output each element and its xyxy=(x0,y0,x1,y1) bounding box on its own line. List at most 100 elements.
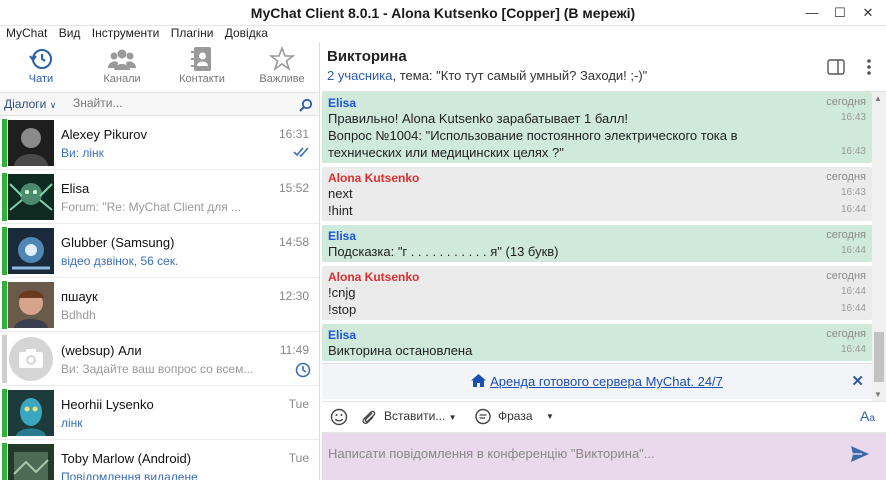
message-time: 15:52 xyxy=(278,181,309,195)
message-line: !hint 16:44 xyxy=(328,202,866,219)
composer-placeholder: Написати повідомлення в конференцію "Вик… xyxy=(328,446,655,461)
message-date: сегодня xyxy=(826,328,866,340)
message-line: Викторина остановлена 16:44 xyxy=(328,342,866,359)
last-message: Ви: Задайте ваш вопрос со всем... xyxy=(61,362,254,376)
message-author[interactable]: Elisa xyxy=(328,227,866,243)
message-author[interactable]: Alona Kutsenko xyxy=(328,169,866,185)
message-author[interactable]: Elisa xyxy=(328,94,866,110)
online-indicator xyxy=(2,119,7,167)
message-composer[interactable]: Написати повідомлення в конференцію "Вик… xyxy=(322,433,886,480)
scroll-up-arrow-icon[interactable]: ▲ xyxy=(874,94,882,103)
last-message: Повідомлення видалене xyxy=(61,470,198,480)
contact-name: Alexey Pikurov xyxy=(61,127,147,142)
message-scrollbar[interactable]: ▲ ▼ xyxy=(872,92,886,402)
message-line: Правильно! Alona Kutsenko зарабатывает 1… xyxy=(328,110,866,127)
message-time: 16:43 xyxy=(840,187,866,198)
dialog-item[interactable]: Toby Marlow (Android) Повідомлення видал… xyxy=(0,440,319,480)
message-group: Elisa сегодня Викторина остановлена 16:44 xyxy=(322,324,872,361)
message-date: сегодня xyxy=(826,96,866,108)
message-author[interactable]: Alona Kutsenko xyxy=(328,268,866,284)
insert-label: Вставити... xyxy=(384,409,446,423)
online-indicator xyxy=(2,443,7,480)
dialog-item[interactable]: пшаук Bdhdh 12:30 xyxy=(0,278,319,332)
avatar xyxy=(8,120,54,166)
search-input[interactable] xyxy=(73,96,293,110)
dialog-item[interactable]: (websup) Али Ви: Задайте ваш вопрос со в… xyxy=(0,332,319,386)
menu-mychat[interactable]: MyChat xyxy=(6,26,47,40)
online-indicator xyxy=(2,281,7,329)
tab-important[interactable]: Важливе xyxy=(243,42,321,90)
scroll-down-arrow-icon[interactable]: ▼ xyxy=(874,390,882,399)
message-date: сегодня xyxy=(826,229,866,241)
tab-contacts[interactable]: Контакти xyxy=(163,42,241,90)
tab-channels[interactable]: Канали xyxy=(83,42,161,90)
send-icon[interactable] xyxy=(850,445,870,463)
tab-important-label: Важливе xyxy=(259,73,305,85)
participants-link[interactable]: 2 учасника xyxy=(327,68,393,83)
message-line: next 16:43 xyxy=(328,185,866,202)
sidebar-toggle-icon[interactable] xyxy=(827,59,845,75)
message-line: !stop 16:44 xyxy=(328,301,866,318)
menu-help[interactable]: Довідка xyxy=(225,26,268,40)
message-time: 16:44 xyxy=(840,245,866,256)
online-indicator xyxy=(2,227,7,275)
tab-contacts-label: Контакти xyxy=(179,73,225,85)
dialog-item[interactable]: Heorhii Lysenko лінк Tue xyxy=(0,386,319,440)
paperclip-icon[interactable] xyxy=(360,408,376,426)
promo-link[interactable]: Аренда готового сервера MyChat. 24/7 xyxy=(322,374,872,389)
more-options-icon[interactable] xyxy=(866,58,872,76)
avatar xyxy=(8,444,54,480)
menu-plugins[interactable]: Плагіни xyxy=(171,26,214,40)
message-text: Вопрос №1004: "Использование постоянного… xyxy=(328,128,738,160)
message-text: !hint xyxy=(328,203,353,218)
avatar xyxy=(8,390,54,436)
chat-bubble-icon xyxy=(475,408,491,425)
group-icon xyxy=(108,49,136,70)
close-banner-icon[interactable]: ✕ xyxy=(851,372,864,390)
message-group: Elisa сегодня Правильно! Alona Kutsenko … xyxy=(322,92,872,163)
scroll-thumb[interactable] xyxy=(874,332,884,382)
message-text: next xyxy=(328,186,353,201)
last-message: Ви: лінк xyxy=(61,146,104,160)
maximize-button[interactable]: ☐ xyxy=(828,3,852,23)
address-book-icon xyxy=(191,47,211,71)
camera-avatar-icon xyxy=(9,337,53,381)
message-time: 11:49 xyxy=(279,343,309,357)
message-time: 16:44 xyxy=(840,344,866,355)
message-group: Elisa сегодня Подсказка: "г . . . . . . … xyxy=(322,225,872,262)
insert-button[interactable]: Вставити... ▼ xyxy=(384,409,457,423)
search-icon[interactable] xyxy=(299,98,313,112)
tab-chats[interactable]: Чати xyxy=(2,42,80,90)
message-text: Викторина остановлена xyxy=(328,343,473,358)
phrase-button[interactable]: Фраза xyxy=(498,409,533,423)
contact-name: Glubber (Samsung) xyxy=(61,235,175,250)
tab-chats-label: Чати xyxy=(28,73,54,85)
close-button[interactable]: ✕ xyxy=(856,3,880,23)
contact-name: Heorhii Lysenko xyxy=(61,397,154,412)
dropdown-triangle-icon: ▼ xyxy=(448,413,457,422)
menu-tools[interactable]: Інструменти xyxy=(92,26,160,40)
message-date: сегодня xyxy=(826,270,866,282)
message-date: сегодня xyxy=(826,171,866,183)
dialog-item[interactable]: Elisa Forum: "Re: MyChat Client для ... … xyxy=(0,170,319,224)
contact-name: пшаук xyxy=(61,289,98,304)
dialogs-dropdown[interactable]: Діалоги ∨ xyxy=(4,97,56,111)
message-author[interactable]: Elisa xyxy=(328,326,866,342)
message-group: Alona Kutsenko сегодня next 16:43 !hint 16… xyxy=(322,167,872,221)
dialog-list: Alexey Pikurov Ви: лінк 16:31 Elisa Foru… xyxy=(0,116,320,480)
avatar xyxy=(8,282,54,328)
chat-topic: 2 учасника, тема: "Кто тут самый умный? … xyxy=(327,68,647,83)
phrase-dropdown-icon[interactable]: ▼ xyxy=(546,412,554,421)
dialog-item[interactable]: Glubber (Samsung) відео дзвінок, 56 сек.… xyxy=(0,224,319,278)
promo-banner: Аренда готового сервера MyChat. 24/7 ✕ xyxy=(322,363,872,399)
dialog-item[interactable]: Alexey Pikurov Ви: лінк 16:31 xyxy=(0,116,319,170)
minimize-button[interactable]: — xyxy=(800,3,824,23)
promo-link-text: Аренда готового сервера MyChat. 24/7 xyxy=(490,374,723,389)
chat-title: Викторина xyxy=(327,48,407,65)
chat-header: Викторина 2 учасника, тема: "Кто тут сам… xyxy=(322,42,886,92)
text-format-icon[interactable]: Aa xyxy=(860,408,875,424)
menu-view[interactable]: Вид xyxy=(59,26,81,40)
emoji-icon[interactable] xyxy=(330,408,348,426)
phrase-label: Фраза xyxy=(498,409,533,423)
window-title: MyChat Client 8.0.1 - Alona Kutsenko [Co… xyxy=(250,5,636,21)
